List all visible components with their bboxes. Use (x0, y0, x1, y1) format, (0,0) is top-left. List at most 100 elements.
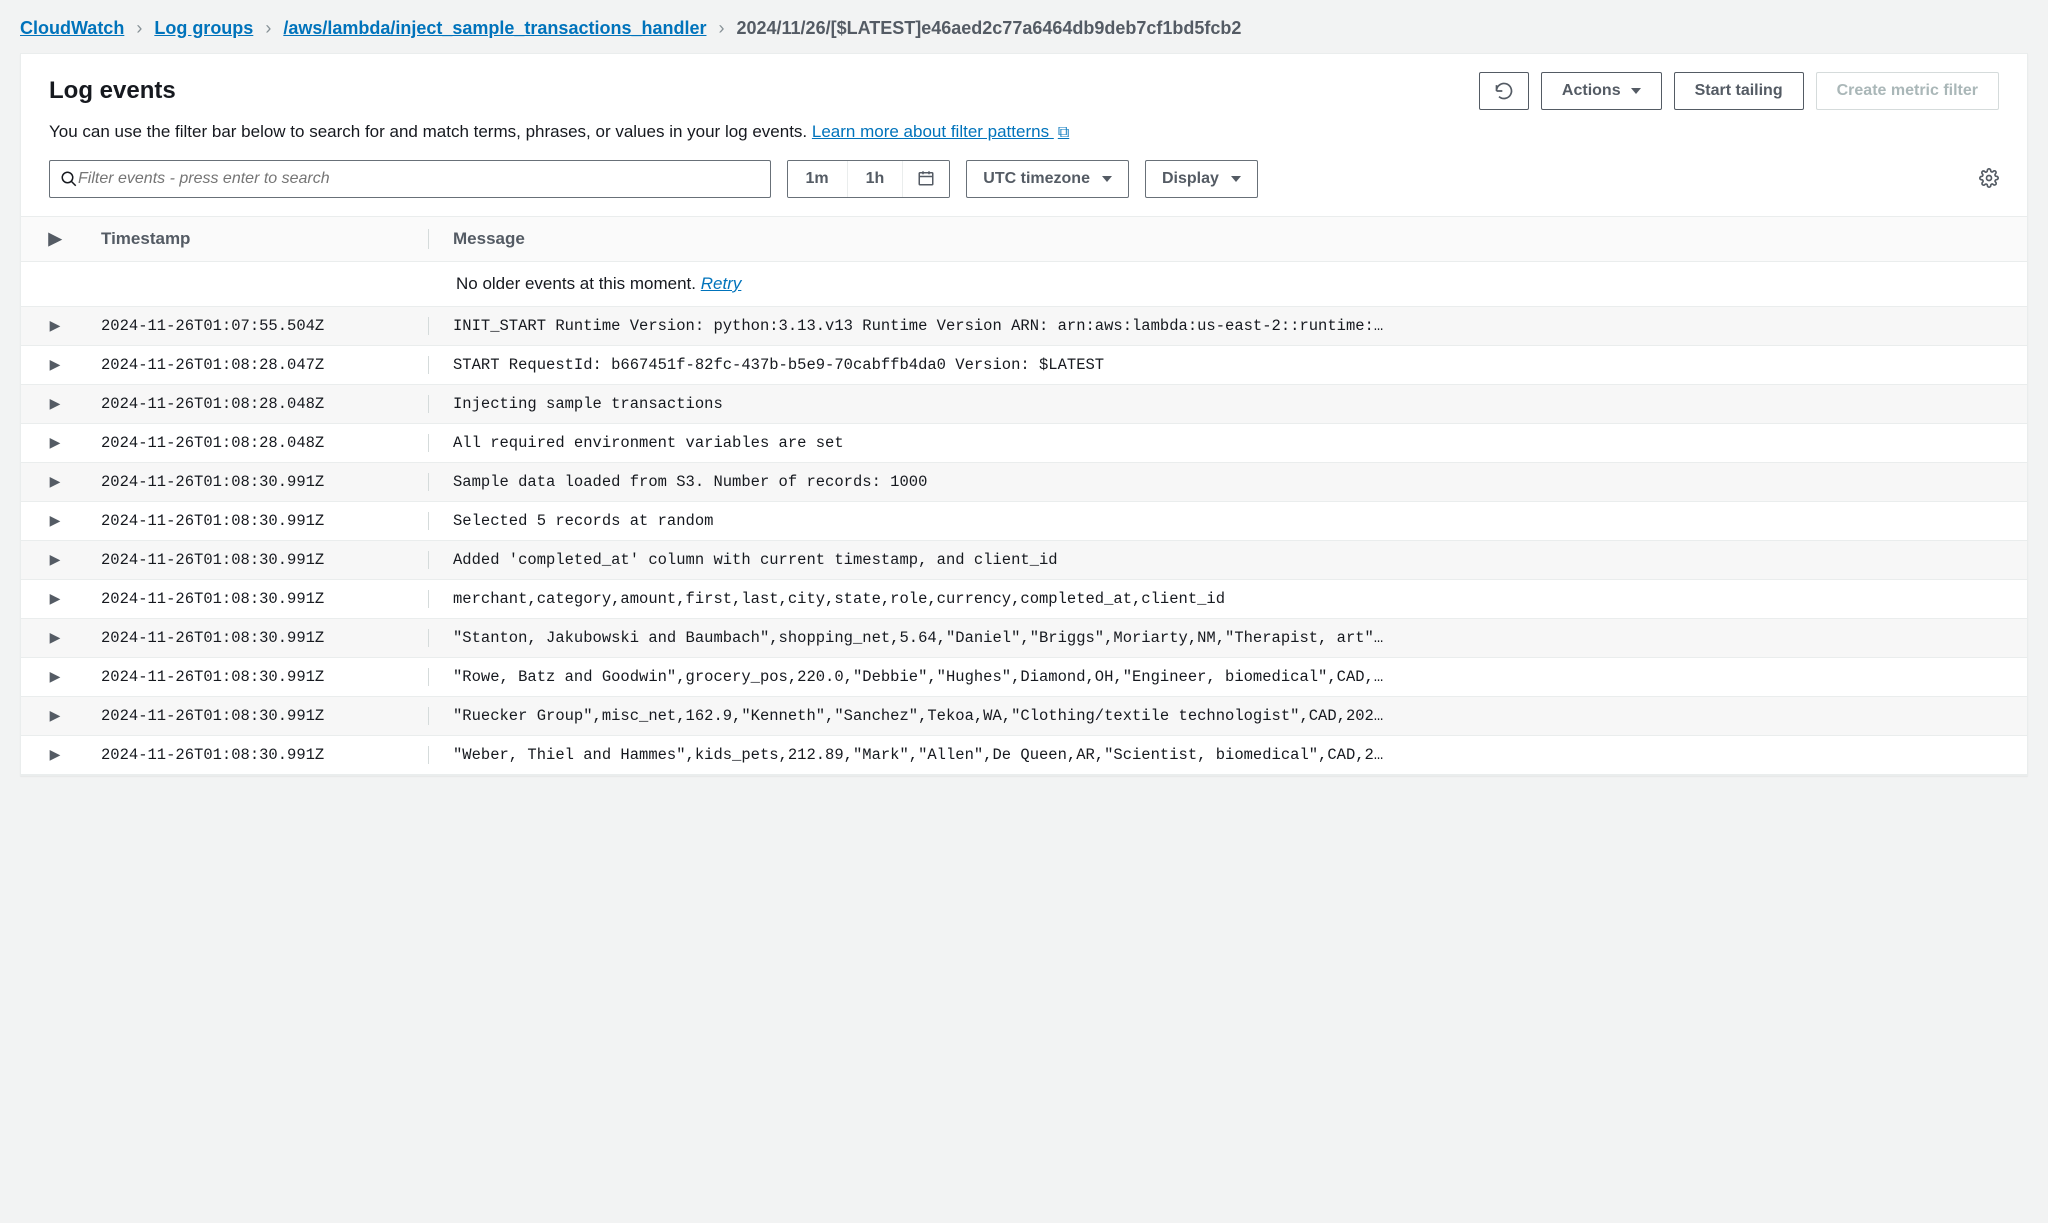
calendar-icon (917, 169, 935, 187)
timestamp-cell: 2024-11-26T01:08:30.991Z (89, 551, 429, 569)
timestamp-cell: 2024-11-26T01:08:30.991Z (89, 473, 429, 491)
caret-down-icon (1102, 176, 1112, 182)
table-row: ▶ 2024-11-26T01:08:28.048ZInjecting sampl… (21, 385, 2027, 424)
breadcrumb: CloudWatch › Log groups › /aws/lambda/in… (0, 0, 2048, 53)
message-cell: "Stanton, Jakubowski and Baumbach",shopp… (429, 629, 2027, 647)
expand-row-toggle[interactable]: ▶ (21, 668, 89, 686)
panel-header: Log events Actions Start tailing Create … (21, 54, 2027, 118)
timestamp-cell: 2024-11-26T01:08:30.991Z (89, 512, 429, 530)
message-cell: START RequestId: b667451f-82fc-437b-b5e9… (429, 356, 2027, 374)
caret-right-icon: ▶ (48, 229, 61, 248)
chevron-right-icon: › (136, 18, 142, 39)
filter-input-wrapper[interactable] (49, 160, 771, 198)
message-cell: Added 'completed_at' column with current… (429, 551, 2027, 569)
time-range-group: 1m 1h (787, 160, 951, 198)
message-cell: INIT_START Runtime Version: python:3.13.… (429, 317, 2027, 335)
table-row: ▶2024-11-26T01:08:28.048ZAll required en… (21, 424, 2027, 463)
chevron-right-icon: › (265, 18, 271, 39)
caret-down-icon (1631, 88, 1641, 94)
timestamp-cell: 2024-11-26T01:08:28.047Z (89, 356, 429, 374)
expand-all-toggle[interactable]: ▶ (21, 229, 89, 249)
refresh-icon (1494, 81, 1514, 101)
breadcrumb-current: 2024/11/26/[$LATEST]e46aed2c77a6464db9de… (736, 18, 1241, 39)
time-1m-button[interactable]: 1m (788, 161, 848, 197)
timestamp-cell: 2024-11-26T01:08:30.991Z (89, 707, 429, 725)
settings-button[interactable] (1979, 168, 1999, 191)
timezone-dropdown[interactable]: UTC timezone (966, 160, 1129, 198)
caret-right-icon: ▶ (50, 512, 61, 528)
timestamp-cell: 2024-11-26T01:08:28.048Z (89, 434, 429, 452)
timestamp-cell: 2024-11-26T01:07:55.504Z (89, 317, 429, 335)
caret-right-icon: ▶ (50, 395, 61, 411)
actions-label: Actions (1562, 82, 1621, 100)
table-row: ▶ 2024-11-26T01:08:30.991Z"Stanton, Jakub… (21, 619, 2027, 658)
table-row: ▶ 2024-11-26T01:08:30.991ZSample data loa… (21, 463, 2027, 502)
expand-row-toggle[interactable]: ▶ (21, 746, 89, 764)
display-dropdown[interactable]: Display (1145, 160, 1258, 198)
expand-row-toggle[interactable]: ▶ (21, 317, 89, 335)
expand-row-toggle[interactable]: ▶ (21, 551, 89, 569)
expand-row-toggle[interactable]: ▶ (21, 629, 89, 647)
caret-right-icon: ▶ (50, 473, 61, 489)
table-row: ▶ 2024-11-26T01:08:28.047ZSTART RequestId… (21, 346, 2027, 385)
retry-link[interactable]: Retry (701, 274, 742, 293)
timestamp-cell: 2024-11-26T01:08:30.991Z (89, 746, 429, 764)
table-header: ▶ Timestamp Message (21, 216, 2027, 262)
refresh-button[interactable] (1479, 72, 1529, 110)
message-cell: "Rowe, Batz and Goodwin",grocery_pos,220… (429, 668, 2027, 686)
expand-row-toggle[interactable]: ▶ (21, 473, 89, 491)
time-1h-button[interactable]: 1h (848, 161, 904, 197)
message-cell: "Ruecker Group",misc_net,162.9,"Kenneth"… (429, 707, 2027, 725)
expand-row-toggle[interactable]: ▶ (21, 590, 89, 608)
log-events-panel: Log events Actions Start tailing Create … (20, 53, 2028, 776)
table-row: ▶ 2024-11-26T01:07:55.504ZINIT_START Runt… (21, 307, 2027, 346)
expand-row-toggle[interactable]: ▶ (21, 434, 89, 452)
caret-right-icon: ▶ (50, 746, 61, 762)
caret-right-icon: ▶ (50, 551, 61, 567)
log-rows-container: ▶ 2024-11-26T01:07:55.504ZINIT_START Runt… (21, 307, 2027, 775)
header-actions: Actions Start tailing Create metric filt… (1479, 72, 1999, 110)
message-cell: "Weber, Thiel and Hammes",kids_pets,212.… (429, 746, 2027, 764)
message-cell: Injecting sample transactions (429, 395, 2027, 413)
expand-row-toggle[interactable]: ▶ (21, 707, 89, 725)
expand-row-toggle[interactable]: ▶ (21, 512, 89, 530)
caret-right-icon: ▶ (50, 707, 61, 723)
calendar-button[interactable] (903, 161, 949, 197)
expand-row-toggle[interactable]: ▶ (21, 356, 89, 374)
filter-bar: 1m 1h UTC timezone Display (21, 160, 2027, 216)
external-link-icon: ⧉ (1058, 124, 1069, 141)
filter-events-input[interactable] (78, 170, 760, 188)
table-row: ▶ 2024-11-26T01:08:30.991Z"Rowe, Batz and… (21, 658, 2027, 697)
caret-right-icon: ▶ (50, 317, 61, 333)
create-metric-filter-button: Create metric filter (1816, 72, 1999, 110)
caret-right-icon: ▶ (50, 590, 61, 606)
col-header-message[interactable]: Message (429, 229, 2027, 249)
table-row: ▶2024-11-26T01:08:30.991Zmerchant,catego… (21, 580, 2027, 619)
timestamp-cell: 2024-11-26T01:08:30.991Z (89, 629, 429, 647)
breadcrumb-link-loggroup[interactable]: /aws/lambda/inject_sample_transactions_h… (283, 18, 706, 39)
table-row: ▶ 2024-11-26T01:08:30.991Z"Ruecker Group"… (21, 697, 2027, 736)
learn-more-link[interactable]: Learn more about filter patterns ⧉ (812, 122, 1069, 141)
table-row: ▶ 2024-11-26T01:08:30.991Z"Weber, Thiel a… (21, 736, 2027, 775)
col-header-timestamp[interactable]: Timestamp (89, 229, 429, 249)
page-title: Log events (49, 77, 176, 105)
actions-dropdown[interactable]: Actions (1541, 72, 1662, 110)
timestamp-cell: 2024-11-26T01:08:28.048Z (89, 395, 429, 413)
no-older-events-row: No older events at this moment. Retry (21, 262, 2027, 307)
chevron-right-icon: › (718, 18, 724, 39)
gear-icon (1979, 168, 1999, 188)
message-cell: Selected 5 records at random (429, 512, 2027, 530)
caret-right-icon: ▶ (50, 434, 61, 450)
expand-row-toggle[interactable]: ▶ (21, 395, 89, 413)
start-tailing-button[interactable]: Start tailing (1674, 72, 1804, 110)
breadcrumb-link-cloudwatch[interactable]: CloudWatch (20, 18, 124, 39)
caret-right-icon: ▶ (50, 629, 61, 645)
message-cell: merchant,category,amount,first,last,city… (429, 590, 2027, 608)
message-cell: Sample data loaded from S3. Number of re… (429, 473, 2027, 491)
table-row: ▶ 2024-11-26T01:08:30.991ZAdded 'complete… (21, 541, 2027, 580)
timestamp-cell: 2024-11-26T01:08:30.991Z (89, 668, 429, 686)
subtext: You can use the filter bar below to sear… (21, 118, 2027, 160)
breadcrumb-link-loggroups[interactable]: Log groups (154, 18, 253, 39)
caret-right-icon: ▶ (50, 668, 61, 684)
caret-right-icon: ▶ (50, 356, 61, 372)
